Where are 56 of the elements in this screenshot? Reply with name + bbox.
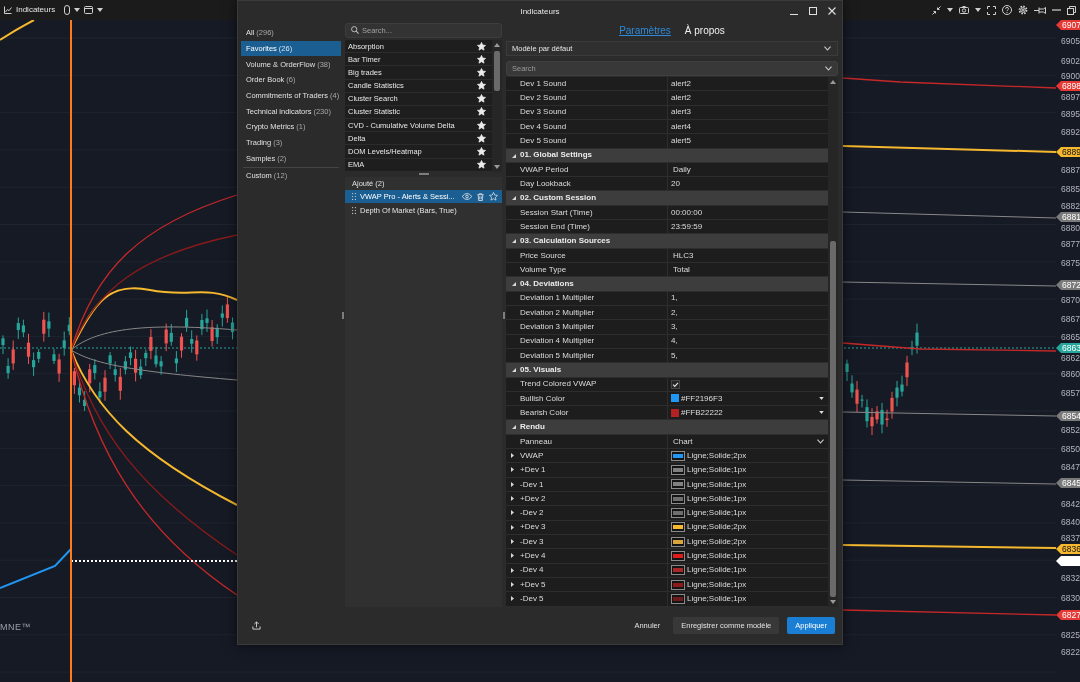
caret-icon[interactable]: [947, 8, 953, 12]
app-title: Indicateurs: [16, 5, 56, 15]
caret-icon[interactable]: [975, 8, 981, 12]
price-tag: 6854: [1056, 411, 1080, 421]
price-tick-label: 6822: [1061, 647, 1080, 657]
price-tag: 6845: [1056, 478, 1080, 488]
price-tick-label: 6887: [1061, 165, 1080, 175]
price-tag: 6881: [1056, 212, 1080, 222]
settings-icon[interactable]: [1018, 5, 1028, 15]
price-tick-label: 6882: [1061, 201, 1080, 211]
price-tag: 6898: [1056, 81, 1080, 91]
price-tick-label: 6837: [1061, 533, 1080, 543]
help-icon[interactable]: [1002, 5, 1012, 15]
price-tick-label: 6850: [1061, 444, 1080, 454]
collapse-arrows-icon[interactable]: [932, 5, 941, 15]
price-tag: 6863: [1056, 343, 1080, 353]
price-tag: 6872: [1056, 280, 1080, 290]
price-tick-label: 6862: [1061, 353, 1080, 363]
pin-icon[interactable]: [1034, 6, 1046, 14]
expand-icon[interactable]: [987, 5, 996, 15]
price-tick-label: 6847: [1061, 462, 1080, 472]
caret-icon[interactable]: [74, 8, 81, 12]
price-tick-label: 6832: [1061, 573, 1080, 583]
close-icon[interactable]: [828, 7, 836, 15]
price-tick-label: 6897: [1061, 92, 1080, 102]
price-tick-label: 6840: [1061, 517, 1080, 527]
window-icon[interactable]: [84, 6, 94, 14]
restore-icon[interactable]: [1067, 5, 1076, 15]
caret-icon[interactable]: [97, 8, 104, 12]
price-tag: 6889: [1056, 147, 1080, 157]
price-tick-label: 6867: [1061, 314, 1080, 324]
capsule-icon[interactable]: [64, 5, 71, 15]
price-tick-label: 6857: [1061, 388, 1080, 398]
price-tick-label: 6842: [1061, 499, 1080, 509]
price-tick-label: 6885: [1061, 184, 1080, 194]
maximize-icon[interactable]: [809, 7, 817, 15]
price-tag: 6827: [1056, 610, 1080, 620]
price-tick-label: 6895: [1061, 109, 1080, 119]
price-tag: 6836: [1056, 544, 1080, 554]
price-tick-label: 6905: [1061, 36, 1080, 46]
price-tick-label: 6880: [1061, 223, 1080, 233]
price-tick-label: 6825: [1061, 630, 1080, 640]
price-tick-label: 6900: [1061, 71, 1080, 81]
price-tick-label: 6877: [1061, 239, 1080, 249]
dialog-title: Indicateurs: [520, 7, 560, 17]
price-tick-label: 6902: [1061, 56, 1080, 66]
price-tick-label: 6875: [1061, 258, 1080, 268]
line-chart-icon[interactable]: [4, 6, 12, 14]
price-tick-label: 6860: [1061, 369, 1080, 379]
camera-icon[interactable]: [959, 6, 969, 14]
price-tick-label: 6830: [1061, 593, 1080, 603]
price-tick-label: 6892: [1061, 127, 1080, 137]
price-tick-label: 6865: [1061, 332, 1080, 342]
price-tick-label: 6870: [1061, 295, 1080, 305]
price-tag: 6907: [1056, 20, 1080, 30]
price-tick-label: 6852: [1061, 425, 1080, 435]
